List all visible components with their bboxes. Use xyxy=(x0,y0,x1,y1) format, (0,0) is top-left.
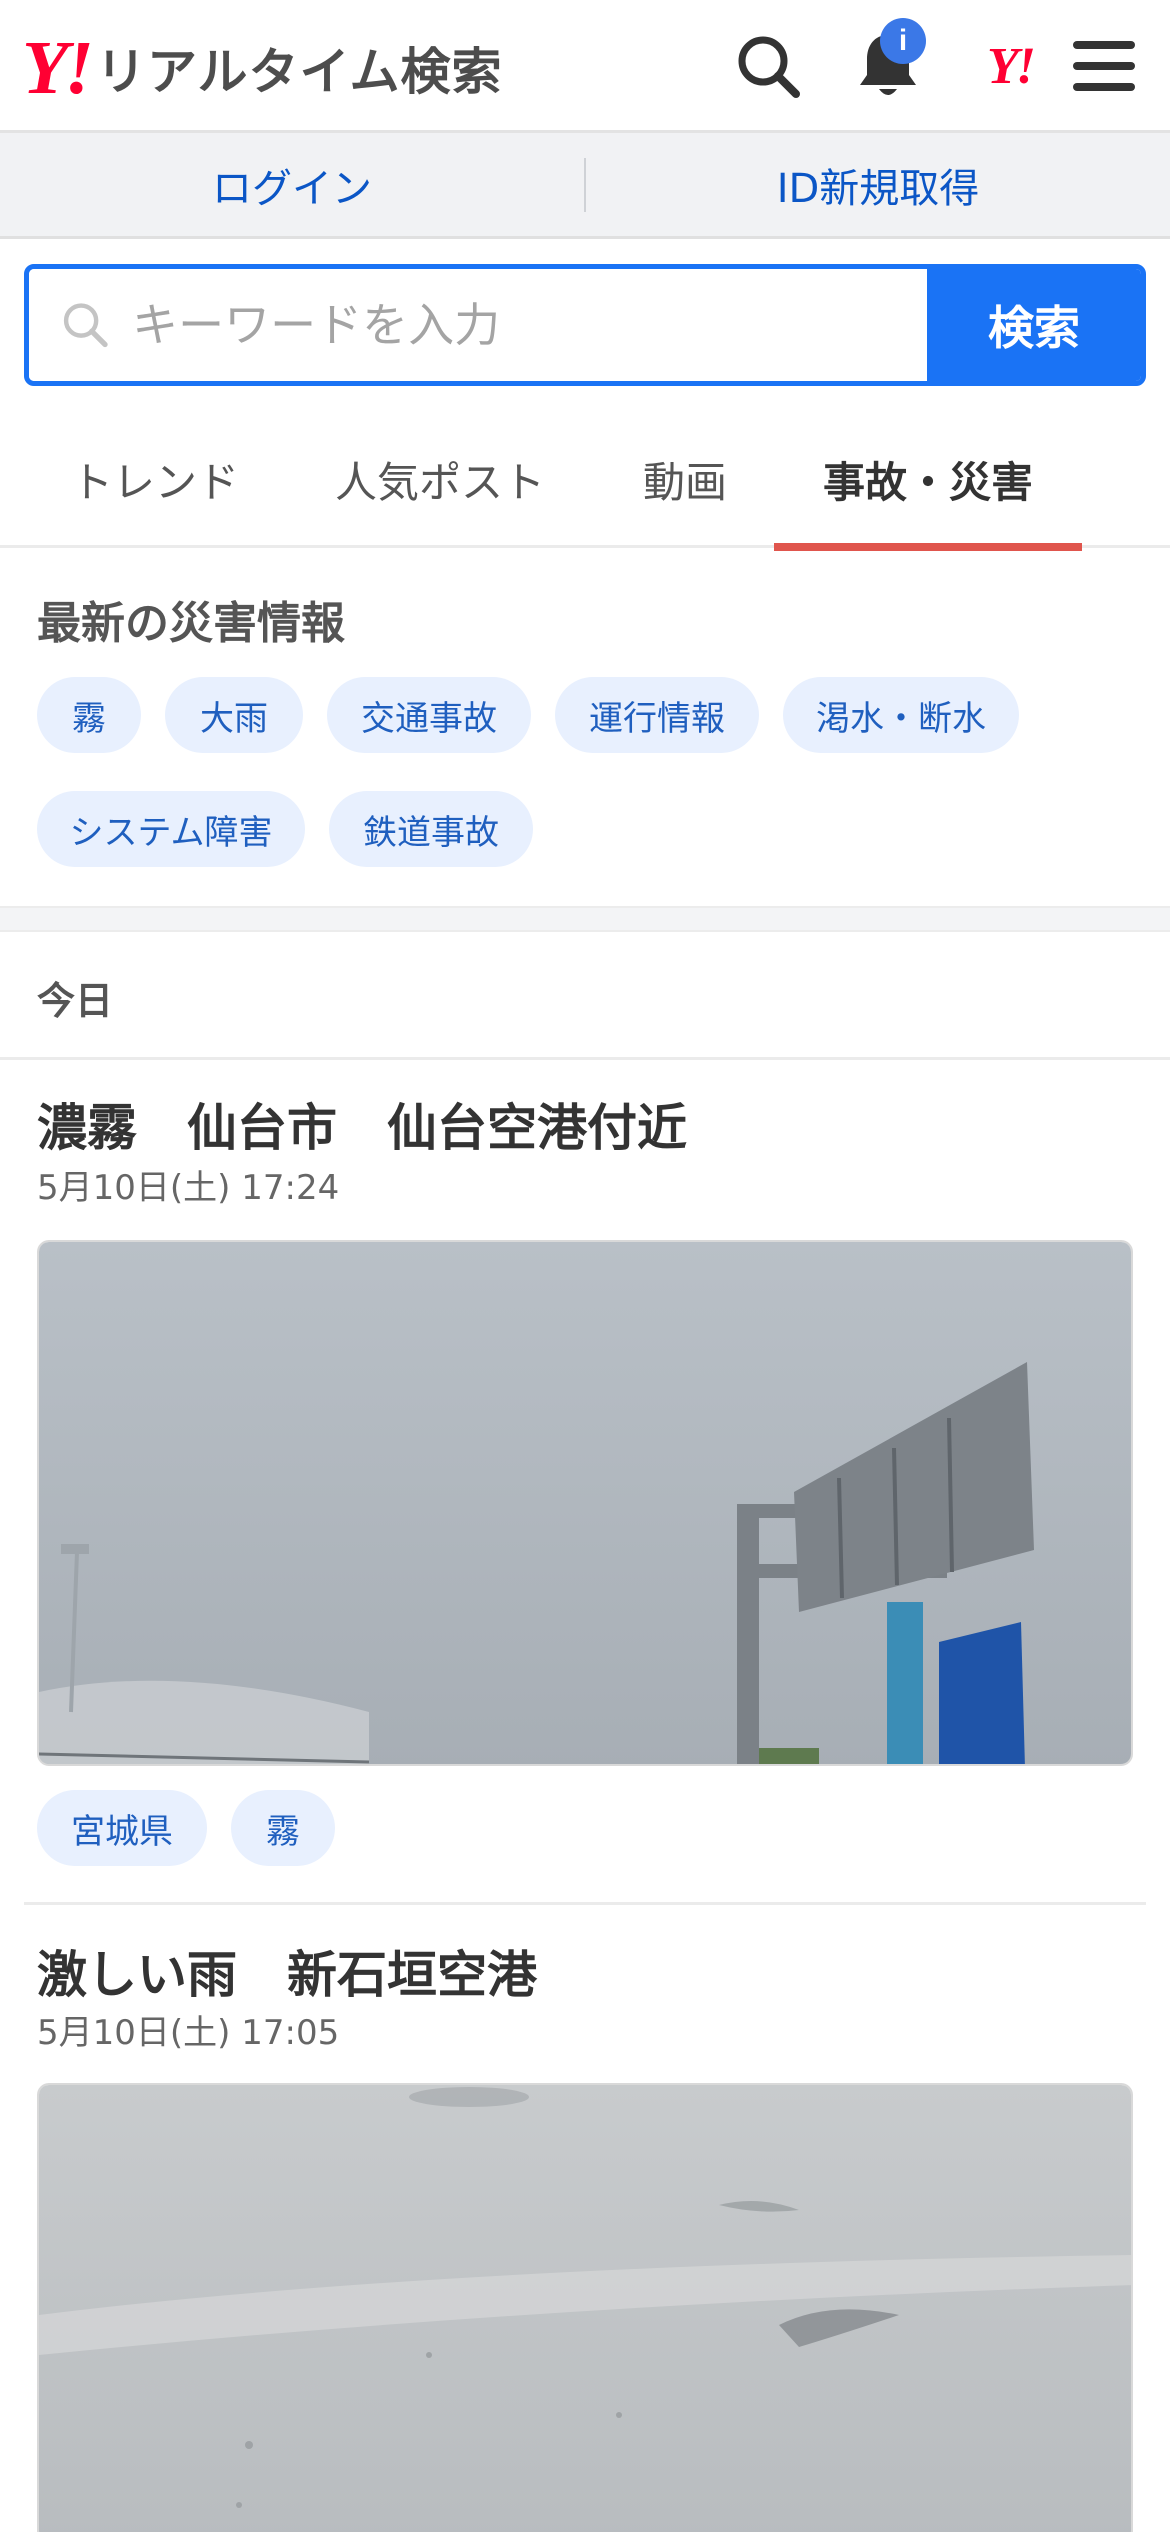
chip-system-failure[interactable]: システム障害 xyxy=(37,791,305,867)
article-title[interactable]: 激しい雨 新石垣空港 xyxy=(37,1935,537,2007)
login-bar: ログイン ID新規取得 xyxy=(0,133,1170,239)
day-header: 今日 xyxy=(0,932,1170,1060)
chip-railway-accident[interactable]: 鉄道事故 xyxy=(329,791,533,867)
article-card[interactable]: 濃霧 仙台市 仙台空港付近 5月10日(土) 17:24 宮城県 霧 xyxy=(0,1060,1170,1902)
chip-traffic-accident[interactable]: 交通事故 xyxy=(327,677,531,753)
yahoo-icon[interactable]: Y! xyxy=(964,24,1056,108)
tab-popular-posts[interactable]: 人気ポスト xyxy=(320,410,560,548)
logo-text: リアルタイム検索 xyxy=(96,43,503,101)
day-label: 今日 xyxy=(37,979,114,1023)
yahoo-realtime-logo[interactable]: Y! リアルタイム検索 xyxy=(22,28,503,108)
chip-fog[interactable]: 霧 xyxy=(37,677,141,753)
tab-video[interactable]: 動画 xyxy=(610,410,760,548)
article-image[interactable] xyxy=(37,1240,1133,1766)
chip-train-operation[interactable]: 運行情報 xyxy=(555,677,759,753)
register-id-link[interactable]: ID新規取得 xyxy=(586,156,1170,214)
tab-trend[interactable]: トレンド xyxy=(40,410,270,548)
chip-water-shortage[interactable]: 渇水・断水 xyxy=(783,677,1019,753)
heavy-rain-photo xyxy=(39,2085,1131,2532)
tab-accident-disaster[interactable]: 事故・災害 xyxy=(774,410,1082,551)
search-field[interactable] xyxy=(29,269,927,381)
section-gap xyxy=(0,906,1170,932)
article-title[interactable]: 濃霧 仙台市 仙台空港付近 xyxy=(37,1088,687,1160)
section-title: 最新の災害情報 xyxy=(37,598,345,649)
chip-heavy-rain[interactable]: 大雨 xyxy=(165,677,303,753)
search-bar: 検索 xyxy=(24,264,1146,386)
article-timestamp: 5月10日(土) 17:05 xyxy=(37,2013,340,2053)
login-link[interactable]: ログイン xyxy=(0,156,584,214)
app-header: Y! リアルタイム検索 i Y! xyxy=(0,0,1170,133)
category-tabs: トレンド 人気ポスト 動画 事故・災害 xyxy=(0,410,1170,551)
fog-airport-photo xyxy=(39,1242,1131,1764)
logo-mark: Y! xyxy=(22,26,94,110)
search-icon[interactable] xyxy=(726,24,810,108)
bell-icon[interactable]: i xyxy=(846,18,930,108)
notification-badge: i xyxy=(880,18,926,64)
article-card[interactable]: 激しい雨 新石垣空港 5月10日(土) 17:05 xyxy=(0,1905,1170,2532)
tag-fog[interactable]: 霧 xyxy=(231,1790,335,1866)
article-timestamp: 5月10日(土) 17:24 xyxy=(37,1168,340,1208)
search-field-icon xyxy=(63,303,108,348)
search-input[interactable] xyxy=(132,298,927,352)
hamburger-menu-icon[interactable] xyxy=(1062,24,1146,108)
article-image[interactable] xyxy=(37,2083,1133,2532)
search-button[interactable]: 検索 xyxy=(927,269,1141,381)
tag-miyagi[interactable]: 宮城県 xyxy=(37,1790,207,1866)
disaster-info-section: 最新の災害情報 霧 大雨 交通事故 運行情報 渇水・断水 システム障害 鉄道事故 xyxy=(0,551,1170,906)
